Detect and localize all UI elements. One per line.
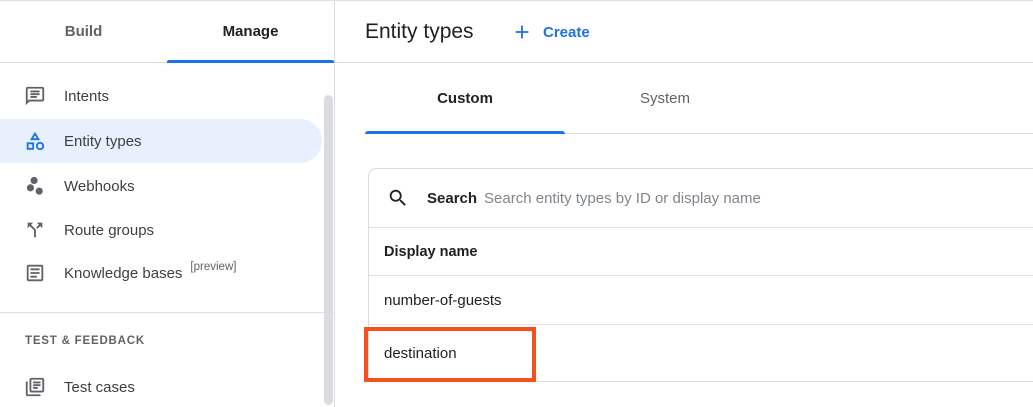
chat-icon: [24, 85, 46, 107]
sidebar-item-label: Entity types: [64, 133, 142, 150]
article-icon: [24, 262, 46, 284]
tab-custom[interactable]: Custom: [365, 63, 565, 133]
create-button[interactable]: Create: [511, 1, 590, 63]
sidebar: Build Manage Intents Entity types: [0, 1, 335, 407]
search-icon: [387, 187, 409, 209]
dialogflow-console: Build Manage Intents Entity types: [0, 0, 1033, 407]
tab-system-label: System: [640, 90, 690, 107]
sidebar-item-label: Knowledge bases: [64, 265, 182, 282]
page-title: Entity types: [365, 1, 474, 63]
create-button-label: Create: [543, 24, 590, 41]
sidebar-scrollbar[interactable]: [324, 95, 333, 405]
call-split-icon: [24, 219, 46, 241]
search-input[interactable]: Search Search entity types by ID or disp…: [369, 169, 1033, 228]
main-panel: Entity types Create Custom System Search…: [335, 1, 1033, 407]
sidebar-item-label: Webhooks: [64, 178, 135, 195]
entity-types-card: Search Search entity types by ID or disp…: [368, 168, 1033, 382]
search-placeholder: Search entity types by ID or display nam…: [484, 190, 761, 207]
sidebar-divider: [0, 312, 334, 313]
tab-manage[interactable]: Manage: [167, 1, 334, 62]
tab-system[interactable]: System: [565, 63, 765, 133]
entity-display-name: number-of-guests: [384, 292, 502, 309]
sidebar-item-label: Route groups: [64, 222, 154, 239]
sidebar-item-webhooks[interactable]: Webhooks: [0, 164, 322, 208]
category-icon: [24, 130, 46, 152]
tab-custom-label: Custom: [437, 90, 493, 107]
library-books-icon: [24, 376, 46, 398]
tab-build[interactable]: Build: [0, 1, 167, 62]
sidebar-item-label: Test cases: [64, 379, 135, 396]
search-label: Search: [427, 190, 477, 207]
section-label-test-feedback: TEST & FEEDBACK: [25, 335, 145, 347]
sidebar-tabbar: Build Manage: [0, 1, 334, 63]
entity-type-tabbar: Custom System: [365, 63, 1033, 134]
table-row[interactable]: number-of-guests: [369, 276, 1033, 325]
plus-icon: [511, 21, 533, 43]
sidebar-item-entity-types[interactable]: Entity types: [0, 119, 322, 163]
sidebar-item-test-cases[interactable]: Test cases: [0, 365, 322, 407]
entity-display-name: destination: [384, 345, 457, 362]
sidebar-item-label: Intents: [64, 88, 109, 105]
main-header: Entity types Create: [335, 1, 1033, 63]
tab-manage-label: Manage: [223, 23, 279, 40]
scatter-plot-icon: [24, 175, 46, 197]
column-header-display-name: Display name: [384, 244, 478, 260]
sidebar-item-knowledge-bases[interactable]: Knowledge bases [preview]: [0, 251, 322, 295]
sidebar-item-route-groups[interactable]: Route groups: [0, 208, 322, 252]
preview-badge: [preview]: [190, 261, 236, 273]
tab-build-label: Build: [65, 23, 103, 40]
sidebar-item-intents[interactable]: Intents: [0, 74, 322, 118]
table-header-row: Display name: [369, 228, 1033, 276]
table-row[interactable]: destination: [369, 325, 1033, 381]
